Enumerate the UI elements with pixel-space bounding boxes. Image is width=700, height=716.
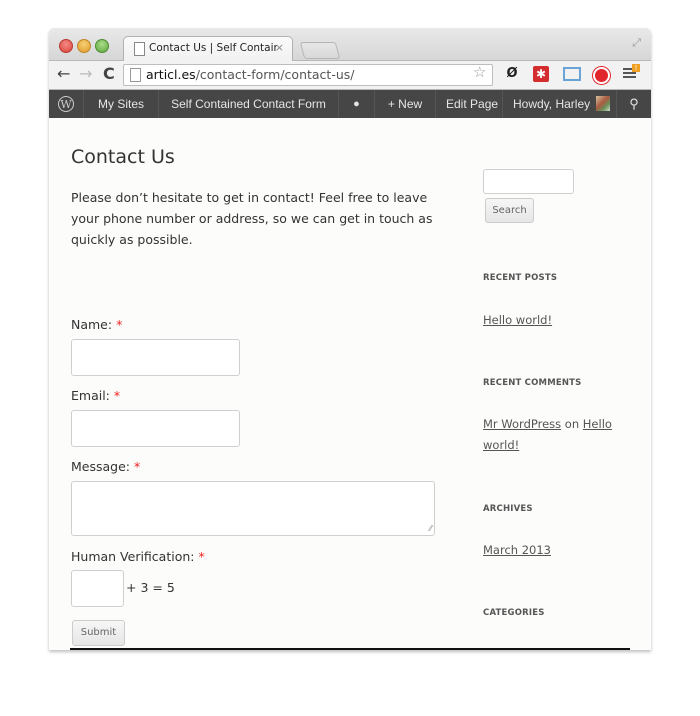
name-input[interactable] xyxy=(71,339,240,376)
required-mark: * xyxy=(113,388,121,403)
verification-input[interactable] xyxy=(71,570,124,607)
archive-link[interactable]: March 2013 xyxy=(483,540,551,561)
reload-icon[interactable]: C xyxy=(103,65,115,83)
message-label: Message: * xyxy=(71,459,141,474)
tab-close-button[interactable]: × xyxy=(275,41,284,54)
account-menu[interactable]: Howdy, Harley xyxy=(503,90,617,118)
recent-posts-title: RECENT POSTS xyxy=(483,273,558,283)
wp-logo-menu[interactable]: W xyxy=(49,90,84,118)
page-icon xyxy=(134,42,145,56)
sync-extension-icon[interactable]: Ø xyxy=(504,66,520,82)
menu-icon[interactable]: ! xyxy=(623,64,640,82)
tab-strip: Contact Us | Self Containe × ⤢ xyxy=(49,28,651,62)
page-icon xyxy=(130,68,141,82)
fullscreen-icon[interactable]: ⤢ xyxy=(632,36,641,50)
my-sites-menu[interactable]: My Sites xyxy=(84,90,159,118)
bookmark-star-icon[interactable]: ☆ xyxy=(473,63,486,81)
archives-title: ARCHIVES xyxy=(483,504,533,514)
tab-title: Contact Us | Self Containe xyxy=(149,42,277,54)
recent-comment: Mr WordPress on Hello world! xyxy=(483,414,623,456)
comments-icon[interactable]: ● xyxy=(339,90,375,118)
required-mark: * xyxy=(198,549,205,564)
address-bar[interactable]: articl.es/contact-form/contact-us/ xyxy=(123,64,493,86)
recent-post-link[interactable]: Hello world! xyxy=(483,310,552,331)
search-button[interactable]: Search xyxy=(485,198,534,223)
site-name-menu[interactable]: Self Contained Contact Form xyxy=(159,90,339,118)
browser-toolbar: ← → C articl.es/contact-form/contact-us/… xyxy=(49,61,651,90)
avatar xyxy=(596,96,611,111)
verification-label: Human Verification: * xyxy=(71,549,205,564)
browser-tab[interactable]: Contact Us | Self Containe × xyxy=(123,36,293,62)
new-content-menu[interactable]: + New xyxy=(375,90,436,118)
back-arrow-icon[interactable]: ← xyxy=(57,65,70,83)
comment-author-link[interactable]: Mr WordPress xyxy=(483,417,561,431)
wp-admin-bar: W My Sites Self Contained Contact Form ●… xyxy=(49,90,651,118)
close-window-button[interactable] xyxy=(59,39,73,53)
intro-paragraph: Please don’t hesitate to get in contact!… xyxy=(71,190,433,247)
verification-equation: + 3 = 5 xyxy=(126,580,175,595)
search-input[interactable] xyxy=(483,169,574,194)
browser-window: Contact Us | Self Containe × ⤢ ← → C art… xyxy=(49,28,651,650)
message-textarea[interactable]: ⁄⁄ xyxy=(71,481,435,536)
howdy-text: Howdy, Harley xyxy=(513,97,591,111)
zoom-window-button[interactable] xyxy=(95,39,109,53)
adblock-extension-icon[interactable] xyxy=(593,67,610,84)
required-mark: * xyxy=(116,317,123,332)
url-path: /contact-form/contact-us/ xyxy=(195,67,355,82)
categories-title: CATEGORIES xyxy=(483,608,545,618)
email-label: Email: * xyxy=(71,388,121,403)
search-icon[interactable]: ⚲ xyxy=(617,90,651,118)
forward-arrow-icon[interactable]: → xyxy=(79,65,92,83)
submit-button[interactable]: Submit xyxy=(72,620,125,646)
comment-on-text: on xyxy=(561,417,583,431)
minimize-window-button[interactable] xyxy=(77,39,91,53)
resize-handle-icon[interactable]: ⁄⁄ xyxy=(429,525,432,533)
lastpass-extension-icon[interactable]: ✱ xyxy=(533,66,549,82)
recent-comments-title: RECENT COMMENTS xyxy=(483,378,582,388)
url-domain: articl.es xyxy=(146,67,196,82)
name-label: Name: * xyxy=(71,317,123,332)
wordpress-logo-icon: W xyxy=(58,96,74,112)
notification-badge: ! xyxy=(632,64,640,72)
screenshot-extension-icon[interactable] xyxy=(563,67,581,81)
page-title: Contact Us xyxy=(71,146,175,168)
required-mark: * xyxy=(133,459,141,474)
page-content: Contact Us Please don’t hesitate to get … xyxy=(49,118,651,650)
url-text[interactable]: articl.es/contact-form/contact-us/ xyxy=(146,67,355,82)
new-tab-button[interactable] xyxy=(299,42,341,59)
window-shadow-edge xyxy=(70,648,630,650)
edit-page-link[interactable]: Edit Page xyxy=(436,90,503,118)
email-input[interactable] xyxy=(71,410,240,447)
